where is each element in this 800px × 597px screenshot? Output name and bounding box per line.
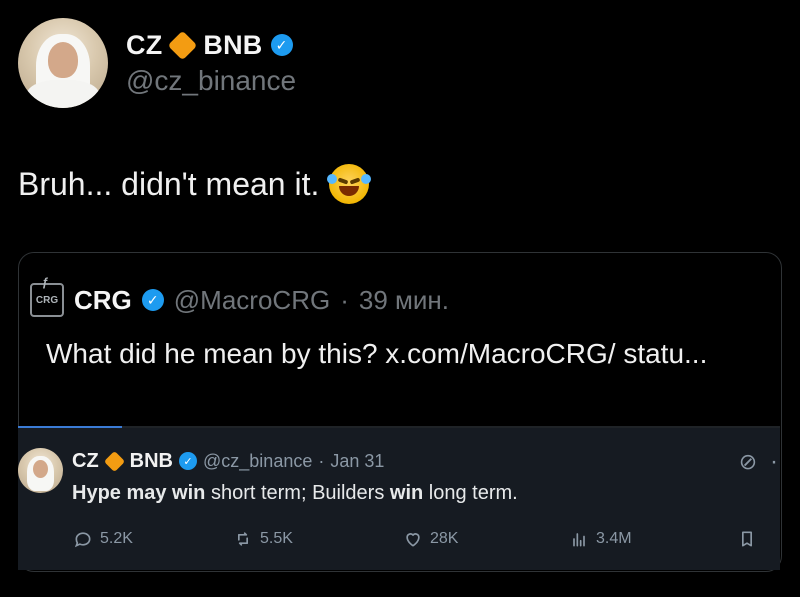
like-count: 28K xyxy=(430,530,459,547)
reply-icon xyxy=(72,528,94,550)
reply-metric: 5.2K xyxy=(72,528,133,550)
embedded-handle: @cz_binance xyxy=(203,450,313,471)
embedded-name-left: CZ xyxy=(72,449,99,472)
author-name-right: BNB xyxy=(203,29,263,60)
like-metric: 28K xyxy=(402,528,458,550)
embedded-actions: 5.2K 5.5K 28K 3.4M xyxy=(72,525,772,553)
crg-logo-icon: CRG xyxy=(30,275,64,317)
avatar-face xyxy=(48,42,78,78)
heart-icon xyxy=(402,528,424,550)
verified-badge-icon: ✓ xyxy=(270,34,293,56)
tear-left xyxy=(327,174,338,184)
retweet-metric: 5.5K xyxy=(232,528,293,550)
quote-handle[interactable]: @MacroCRG xyxy=(174,285,330,316)
avatar-face xyxy=(33,460,48,478)
embedded-text-plain-1: short term; Builders xyxy=(205,482,390,504)
tweet-text: Bruh... didn't mean it. xyxy=(18,165,320,202)
dot-separator: · xyxy=(340,284,349,315)
author-avatar[interactable] xyxy=(18,18,108,108)
embedded-text: Hype may win short term; Builders win lo… xyxy=(72,482,518,505)
tear-right xyxy=(361,174,372,184)
views-metric: 3.4M xyxy=(568,528,632,550)
tweet-text-row: Bruh... didn't mean it. xyxy=(18,164,372,204)
author-handle[interactable]: @cz_binance xyxy=(126,65,296,97)
embedded-author-avatar xyxy=(18,448,63,493)
bnb-diamond-icon xyxy=(168,30,198,60)
views-count: 3.4M xyxy=(596,530,632,547)
grok-icon: ⊘ xyxy=(738,449,758,474)
bookmark-metric xyxy=(736,528,758,550)
avatar-robe xyxy=(26,80,100,108)
quote-header[interactable]: CRG CRG ✓ @MacroCRG · 39 мин. xyxy=(30,275,449,317)
face-with-tears-of-joy-icon xyxy=(327,164,372,204)
verified-badge-icon: ✓ xyxy=(141,289,164,311)
embedded-text-plain-2: long term. xyxy=(423,482,518,504)
reply-count: 5.2K xyxy=(100,530,133,547)
quote-account-name: CRG xyxy=(74,284,132,315)
bnb-diamond-icon xyxy=(103,450,125,472)
mouth xyxy=(339,186,360,196)
more-dots-icon: · xyxy=(770,448,778,475)
retweet-count: 5.5K xyxy=(260,530,293,547)
verified-badge-icon: ✓ xyxy=(179,452,198,470)
views-icon xyxy=(568,528,590,550)
bookmark-icon xyxy=(736,528,758,550)
embedded-name-right: BNB xyxy=(129,449,174,472)
embedded-header: CZ BNB ✓ @cz_binance · Jan 31 xyxy=(72,448,384,474)
dot-separator: · xyxy=(318,450,325,471)
retweet-icon xyxy=(232,528,254,550)
author-name-left: CZ xyxy=(126,29,163,60)
embedded-text-bold-1: Hype may win xyxy=(72,482,206,504)
author-name-row[interactable]: CZ BNB ✓ xyxy=(126,28,293,62)
quote-time[interactable]: 39 мин. xyxy=(359,285,449,316)
embedded-text-bold-2: win xyxy=(389,482,424,504)
quote-text[interactable]: What did he mean by this? x.com/MacroCRG… xyxy=(46,335,726,373)
embedded-date: Jan 31 xyxy=(330,450,385,471)
